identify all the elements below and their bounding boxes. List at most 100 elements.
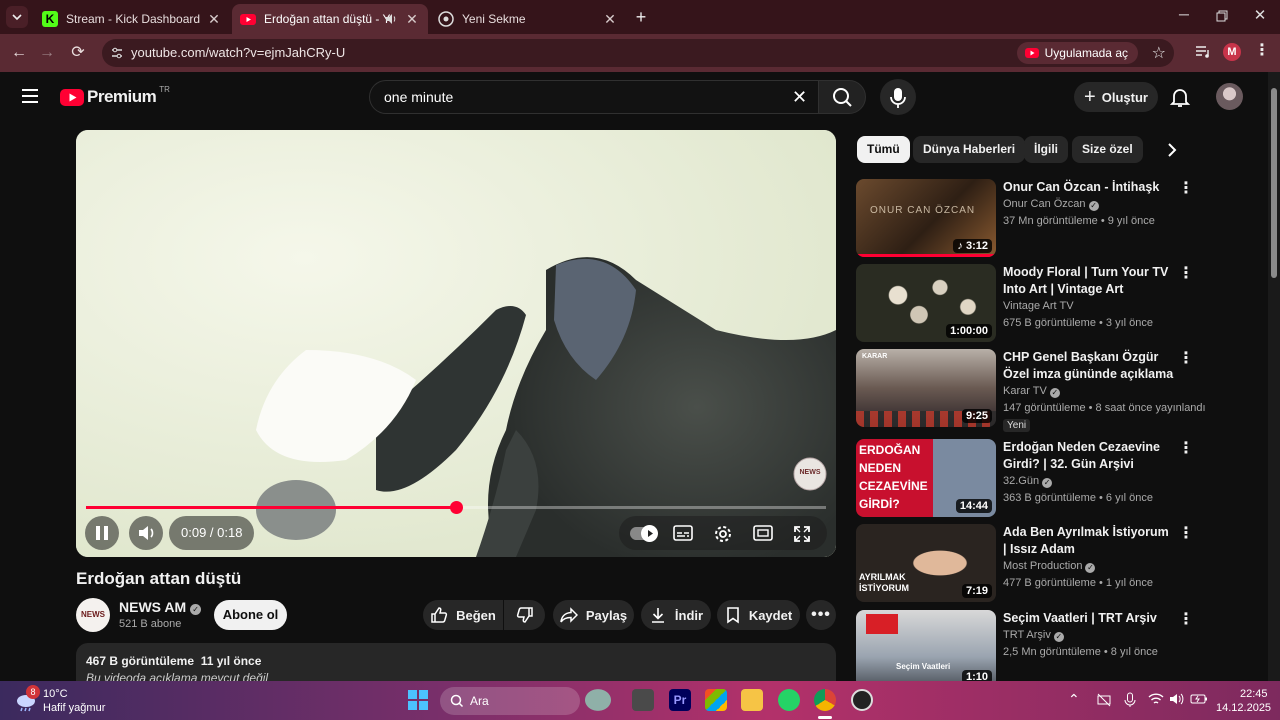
recommendation-channel[interactable]: TRT Arşiv ✓ — [1003, 629, 1064, 642]
close-icon[interactable]: ✕ — [602, 11, 618, 27]
search-button[interactable] — [818, 80, 866, 114]
tab-new-tab[interactable]: Yeni Sekme ✕ — [430, 4, 626, 34]
play-pause-button[interactable] — [85, 516, 119, 550]
recommendation-title[interactable]: CHP Genel Başkanı Özgür Özel imza gününd… — [1003, 349, 1175, 383]
battery-icon[interactable] — [1190, 693, 1208, 705]
tab-kick-dashboard[interactable]: K Stream - Kick Dashboard ✕ — [34, 4, 230, 34]
weather-widget[interactable]: 8 — [14, 685, 40, 713]
chip-for-you[interactable]: Size özel — [1072, 136, 1143, 163]
recommendation-title[interactable]: Moody Floral | Turn Your TV Into Art | V… — [1003, 264, 1175, 298]
restore-button[interactable] — [1212, 6, 1232, 26]
clock-date[interactable]: 14.12.2025 — [1216, 702, 1271, 714]
download-button[interactable]: İndir — [641, 600, 711, 630]
video-thumbnail[interactable]: 1:00:00 — [856, 264, 996, 342]
close-icon[interactable]: ✕ — [206, 11, 222, 27]
page-scrollbar[interactable] — [1268, 72, 1280, 682]
video-thumbnail[interactable]: ERDOĞAN NEDEN CEZAEVİNE GİRDİ? 14:44 — [856, 439, 996, 517]
voice-search-button[interactable] — [880, 79, 916, 115]
recommendation-channel[interactable]: 32.Gün ✓ — [1003, 475, 1053, 488]
scrollbar-thumb[interactable] — [1271, 88, 1277, 278]
folder-icon[interactable] — [741, 689, 763, 711]
more-vertical-icon[interactable]: ⋮ — [1178, 441, 1194, 459]
create-button[interactable]: + Oluştur — [1074, 82, 1158, 112]
channel-avatar[interactable]: NEWS — [76, 598, 110, 632]
video-thumbnail[interactable]: Seçim Vaatleri 1:10 — [856, 610, 996, 688]
chips-next-button[interactable] — [1160, 138, 1184, 162]
media-controls-icon[interactable] — [1194, 43, 1212, 61]
omnibox[interactable]: youtube.com/watch?v=ejmJahCRy-U Uygulama… — [102, 39, 1174, 67]
recommendation-channel[interactable]: Karar TV ✓ — [1003, 385, 1060, 398]
forward-button[interactable]: → — [36, 42, 58, 64]
recommendation-item[interactable]: Seçim Vaatleri 1:10 Seçim Vaatleri | TRT… — [856, 610, 1236, 690]
open-in-app-button[interactable]: Uygulamada aç — [1016, 42, 1138, 64]
subtitles-button[interactable] — [673, 525, 693, 541]
more-vertical-icon[interactable]: ⋮ — [1178, 181, 1194, 199]
save-button[interactable]: Kaydet — [717, 600, 800, 630]
clear-search-icon[interactable]: ✕ — [792, 88, 807, 106]
network-off-icon[interactable] — [1096, 692, 1112, 708]
clock-time[interactable]: 22:45 — [1240, 688, 1268, 700]
bookmark-star-icon[interactable]: ☆ — [1152, 43, 1166, 63]
chip-all[interactable]: Tümü — [857, 136, 910, 163]
search-input[interactable]: one minute ✕ — [369, 80, 819, 114]
recommendation-item[interactable]: KARAR 9:25 CHP Genel Başkanı Özgür Özel … — [856, 349, 1236, 432]
volume-button[interactable] — [129, 516, 163, 550]
chrome-icon[interactable] — [814, 689, 836, 711]
notifications-button[interactable] — [1168, 85, 1192, 109]
microphone-icon[interactable] — [1124, 692, 1136, 708]
subscribe-button[interactable]: Abone ol — [214, 600, 287, 630]
profile-avatar[interactable]: M — [1223, 43, 1241, 61]
more-vertical-icon[interactable]: ⋮ — [1178, 612, 1194, 630]
recommendation-item[interactable]: ERDOĞAN NEDEN CEZAEVİNE GİRDİ? 14:44 Erd… — [856, 439, 1236, 519]
video-player[interactable]: NEWS 0:09 / 0:18 — [76, 130, 836, 557]
recommendation-title[interactable]: Onur Can Özcan - İntihaşk — [1003, 179, 1175, 196]
recommendation-item[interactable]: ONUR CAN ÖZCAN ♪ 3:12 Onur Can Özcan - İ… — [856, 179, 1236, 259]
menu-icon[interactable] — [20, 87, 40, 105]
fullscreen-button[interactable] — [793, 525, 811, 543]
wifi-icon[interactable] — [1148, 692, 1164, 706]
start-button[interactable] — [408, 690, 428, 710]
file-explorer-stack-icon[interactable] — [632, 689, 654, 711]
show-hidden-icons[interactable]: ⌃ — [1068, 691, 1080, 708]
speaker-icon[interactable] — [384, 12, 398, 26]
new-tab-button[interactable]: + — [630, 7, 652, 29]
microsoft-store-icon[interactable] — [705, 689, 727, 711]
like-button[interactable]: Beğen — [423, 600, 503, 630]
dislike-button[interactable] — [504, 600, 545, 630]
recommendation-channel[interactable]: Most Production ✓ — [1003, 560, 1096, 573]
widget-app-icon[interactable] — [580, 685, 616, 715]
progress-bar[interactable] — [86, 501, 826, 514]
window-close-button[interactable]: ✕ — [1250, 6, 1270, 26]
recommendation-channel[interactable]: Onur Can Özcan ✓ — [1003, 198, 1099, 211]
back-button[interactable]: ← — [8, 42, 30, 64]
scrubber-handle[interactable] — [450, 501, 463, 514]
tab-list-button[interactable] — [6, 6, 28, 28]
youtube-premium-logo[interactable]: Premium TR — [60, 85, 170, 108]
close-icon[interactable]: ✕ — [404, 11, 420, 27]
more-vertical-icon[interactable]: ⋮ — [1178, 351, 1194, 369]
recommendation-item[interactable]: 1:00:00 Moody Floral | Turn Your TV Into… — [856, 264, 1236, 344]
reload-button[interactable]: ⟳ — [67, 42, 89, 64]
tab-youtube-video[interactable]: Erdoğan attan düştü - YouT ✕ — [232, 4, 428, 34]
more-vertical-icon[interactable]: ⋮ — [1178, 526, 1194, 544]
channel-name[interactable]: NEWS AM ✓ — [119, 599, 202, 615]
share-button[interactable]: Paylaş — [553, 600, 634, 630]
premiere-pro-icon[interactable]: Pr — [669, 689, 691, 711]
volume-icon[interactable] — [1169, 692, 1185, 706]
theater-mode-button[interactable] — [753, 525, 773, 541]
chip-related[interactable]: İlgili — [1024, 136, 1068, 163]
video-thumbnail[interactable]: KARAR 9:25 — [856, 349, 996, 427]
minimize-button[interactable]: ─ — [1174, 6, 1194, 26]
video-thumbnail[interactable]: AYRILMAK İSTİYORUM 7:19 — [856, 524, 996, 602]
more-vertical-icon[interactable]: ⋮ — [1178, 266, 1194, 284]
autoplay-toggle[interactable] — [630, 525, 658, 542]
chip-world-news[interactable]: Dünya Haberleri — [913, 136, 1026, 163]
recommendation-title[interactable]: Seçim Vaatleri | TRT Arşiv — [1003, 610, 1175, 627]
recommendation-item[interactable]: AYRILMAK İSTİYORUM 7:19 Ada Ben Ayrılmak… — [856, 524, 1236, 604]
recommendation-title[interactable]: Ada Ben Ayrılmak İstiyorum | Issız Adam — [1003, 524, 1175, 558]
account-avatar[interactable] — [1216, 83, 1243, 110]
site-info-icon[interactable] — [110, 46, 124, 60]
recommendation-title[interactable]: Erdoğan Neden Cezaevine Girdi? | 32. Gün… — [1003, 439, 1175, 473]
more-actions-button[interactable]: ••• — [806, 600, 836, 630]
settings-button[interactable] — [713, 524, 733, 544]
